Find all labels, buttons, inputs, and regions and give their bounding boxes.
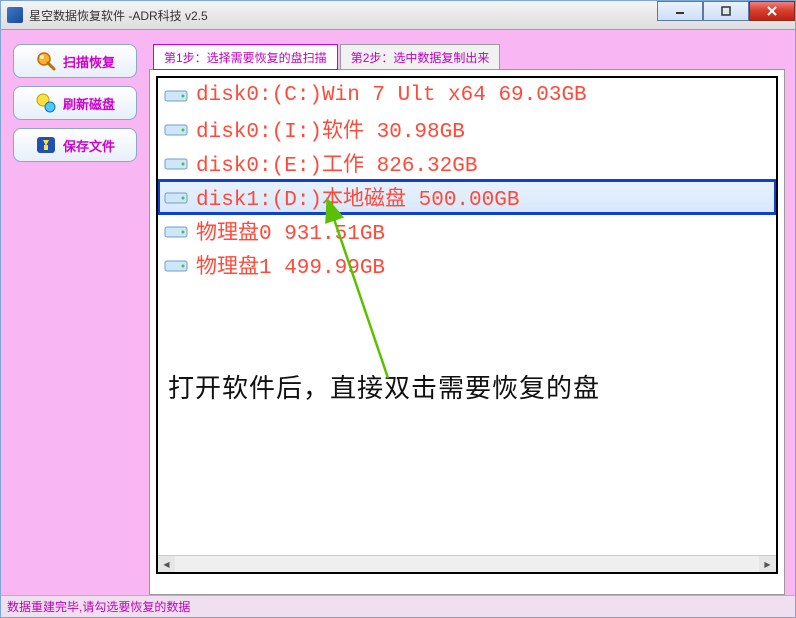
disk-text: 物理盘0 931.51GB [196,216,385,246]
scan-recover-label: 扫描恢复 [63,52,115,71]
tab-page: disk0:(C:)Win 7 Ult x64 69.03GB disk0:(I… [149,69,785,595]
disk-text: disk0:(I:)软件 30.98GB [196,114,465,144]
disk-row[interactable]: disk0:(C:)Win 7 Ult x64 69.03GB [158,78,776,112]
close-button[interactable] [749,1,795,21]
minimize-button[interactable] [657,1,703,21]
disk-text: disk0:(C:)Win 7 Ult x64 69.03GB [196,84,587,107]
horizontal-scrollbar[interactable] [158,555,776,572]
disk-row[interactable]: 物理盘1 499.99GB [158,248,776,282]
disk-row-selected[interactable]: disk1:(D:)本地磁盘 500.00GB [158,180,776,214]
hdd-icon [164,255,188,275]
save-file-button[interactable]: 保存文件 [13,128,137,162]
disk-text: 物理盘1 499.99GB [196,250,385,280]
maximize-icon [721,6,731,16]
hdd-icon [164,85,188,105]
close-icon [766,5,778,17]
sidebar: 扫描恢复 刷新磁盘 保存文件 [13,44,137,170]
hdd-icon [164,153,188,173]
magnifier-icon [35,50,57,72]
tab-step1[interactable]: 第1步：选择需要恢复的盘扫描 [153,44,338,70]
refresh-icon [35,92,57,114]
window-title: 星空数据恢复软件 -ADR科技 v2.5 [29,7,208,24]
status-text: 数据重建完毕,请勾选要恢复的数据 [7,598,190,615]
disk-row[interactable]: disk0:(E:)工作 826.32GB [158,146,776,180]
minimize-icon [675,6,685,16]
refresh-disk-label: 刷新磁盘 [63,94,115,113]
scan-recover-button[interactable]: 扫描恢复 [13,44,137,78]
save-icon [35,134,57,156]
titlebar: 星空数据恢复软件 -ADR科技 v2.5 [0,0,796,30]
disk-row[interactable]: 物理盘0 931.51GB [158,214,776,248]
hdd-icon [164,221,188,241]
save-file-label: 保存文件 [63,136,115,155]
instruction-text: 打开软件后，直接双击需要恢复的盘 [168,368,600,405]
client-area: 扫描恢复 刷新磁盘 保存文件 第1步：选择需要恢复的盘扫描 第2步：选中数据复制… [0,30,796,618]
main-panel: 第1步：选择需要恢复的盘扫描 第2步：选中数据复制出来 disk0:(C:)Wi… [149,40,785,596]
scroll-right-icon[interactable] [759,556,776,573]
disk-text: disk1:(D:)本地磁盘 500.00GB [196,182,519,212]
tabstrip: 第1步：选择需要恢复的盘扫描 第2步：选中数据复制出来 [149,40,785,70]
disk-list: disk0:(C:)Win 7 Ult x64 69.03GB disk0:(I… [156,76,778,574]
app-icon [7,7,23,23]
window-controls [657,1,795,21]
status-bar: 数据重建完毕,请勾选要恢复的数据 [1,595,795,617]
hdd-icon [164,187,188,207]
tab-step2[interactable]: 第2步：选中数据复制出来 [340,44,501,70]
disk-text: disk0:(E:)工作 826.32GB [196,148,477,178]
refresh-disk-button[interactable]: 刷新磁盘 [13,86,137,120]
hdd-icon [164,119,188,139]
disk-row[interactable]: disk0:(I:)软件 30.98GB [158,112,776,146]
maximize-button[interactable] [703,1,749,21]
scroll-left-icon[interactable] [158,556,175,573]
